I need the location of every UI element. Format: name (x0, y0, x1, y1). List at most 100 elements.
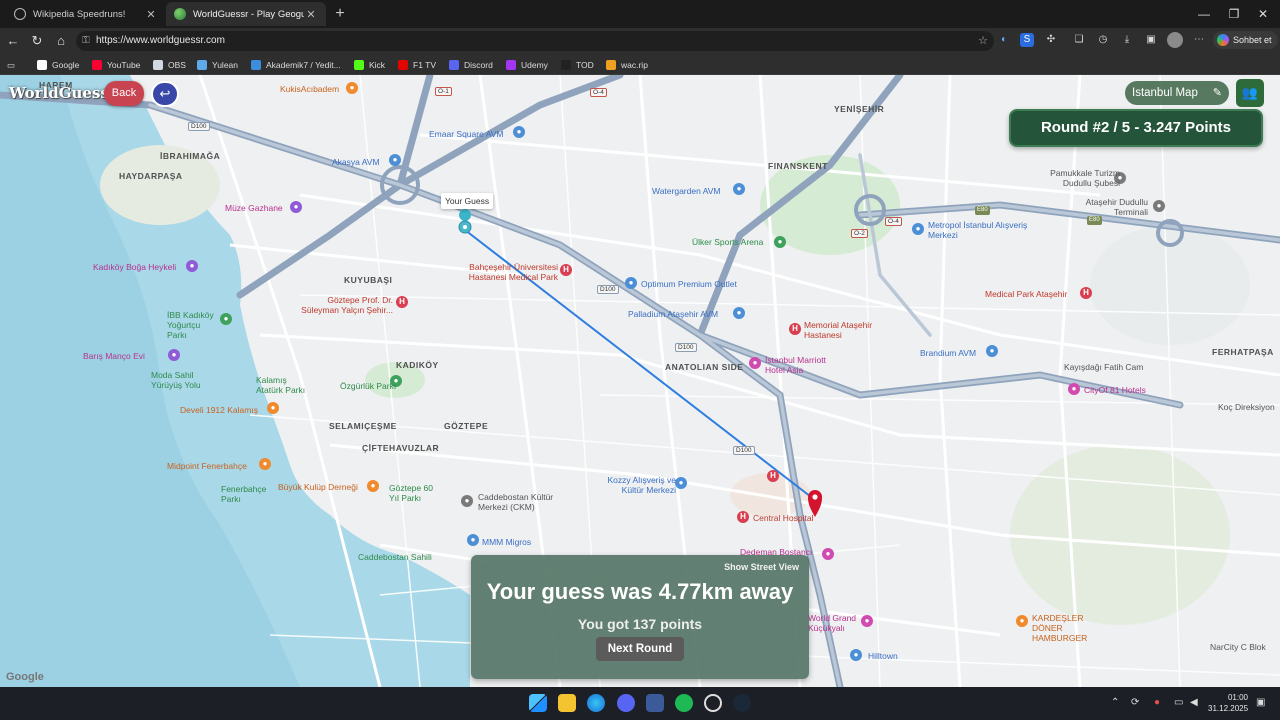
screenshot-icon[interactable]: ▣ (1144, 33, 1158, 47)
sync-icon[interactable]: ⟳ (1131, 697, 1139, 708)
bookmark-item[interactable]: Udemy (506, 58, 548, 72)
poi-pin[interactable]: ● (168, 349, 180, 361)
poi-pin[interactable]: ● (186, 260, 198, 272)
steam-icon[interactable] (733, 694, 751, 712)
microphone-icon[interactable]: ● (1154, 697, 1160, 708)
poi-label: Göztepe Prof. Dr. Süleyman Yalçın Şehir.… (301, 295, 393, 315)
poi-pin[interactable]: ● (749, 357, 761, 369)
poi-pin[interactable]: ● (850, 649, 862, 661)
poi-pin[interactable]: ● (733, 307, 745, 319)
bookmark-item[interactable]: OBS (153, 58, 186, 72)
poi-pin[interactable]: ● (912, 223, 924, 235)
poi-pin[interactable]: ● (513, 126, 525, 138)
bookmark-item[interactable]: F1 TV (398, 58, 436, 72)
close-tab-icon[interactable]: ✕ (144, 8, 158, 21)
extensions-puzzle-icon[interactable]: ✣ (1044, 33, 1058, 47)
next-round-button[interactable]: Next Round (596, 637, 684, 661)
bookmark-item[interactable]: Google (37, 58, 79, 72)
tab-worldguessr[interactable]: WorldGuessr - Play Geoguessr for ✕ (166, 2, 326, 26)
profile-avatar[interactable] (1167, 32, 1183, 48)
poi-pin[interactable]: ● (986, 345, 998, 357)
home-icon[interactable]: ⌂ (53, 33, 69, 49)
poi-pin[interactable]: ● (267, 402, 279, 414)
poi-pin[interactable]: ● (774, 236, 786, 248)
users-icon[interactable]: 👥 (1236, 79, 1264, 107)
collections-icon[interactable]: ❏ (1072, 33, 1086, 47)
spotify-icon[interactable] (675, 694, 693, 712)
close-tab-icon[interactable]: ✕ (304, 8, 318, 21)
poi-pin[interactable]: ● (346, 82, 358, 94)
poi-pin[interactable]: ● (822, 548, 834, 560)
windows-start-icon[interactable] (529, 694, 547, 712)
poi-pin[interactable]: ● (1016, 615, 1028, 627)
address-bar[interactable]: ⚿ https://www.worldguessr.com ☆ (76, 31, 994, 51)
poi-pin[interactable]: H (767, 470, 779, 482)
road-sign: O-2 (851, 229, 868, 238)
maximize-button[interactable]: ❐ (1226, 6, 1242, 22)
tray-overflow-icon[interactable]: ⌃ (1111, 697, 1119, 708)
downloads-icon[interactable]: ⤓ (1120, 33, 1134, 47)
discord-icon[interactable] (617, 694, 635, 712)
back-arrow-icon[interactable]: ← (5, 33, 21, 49)
copilot-button[interactable]: Sohbet et (1213, 31, 1278, 49)
undo-icon[interactable]: ↩ (151, 81, 179, 107)
tab-wikipedia-speedruns[interactable]: Wikipedia Speedruns! ✕ (6, 2, 166, 26)
poi-pin[interactable]: ● (259, 458, 271, 470)
volume-icon[interactable]: ◀ (1190, 697, 1198, 708)
favorite-star-icon[interactable]: ☆ (978, 34, 988, 47)
bookmark-item[interactable]: wac.rip (606, 58, 648, 72)
app-icon[interactable] (646, 694, 664, 712)
poi-label: Palladium Ataşehir AVM (628, 309, 719, 319)
history-icon[interactable]: ◷ (1096, 33, 1110, 47)
map-view[interactable]: HAREM İBRAHIMAĞA HAYDARPAŞA KUYUBAŞI KAD… (0, 75, 1280, 687)
poi-pin[interactable]: ● (675, 477, 687, 489)
poi-pin[interactable]: ● (367, 480, 379, 492)
poi-pin[interactable]: ● (1068, 383, 1080, 395)
url-text: https://www.worldguessr.com (96, 35, 225, 46)
extension-icon[interactable]: S (1020, 33, 1034, 47)
bookmarks-menu-icon[interactable]: ▭ (7, 58, 15, 72)
minimize-button[interactable]: — (1196, 6, 1212, 22)
read-aloud-icon[interactable]: ◖ (996, 33, 1010, 47)
poi-pin[interactable]: H (1080, 287, 1092, 299)
bookmark-item[interactable]: Yulean (197, 58, 238, 72)
file-explorer-icon[interactable] (558, 694, 576, 712)
new-tab-button[interactable]: + (331, 5, 349, 23)
poi-label: Kozzy Alışveriş ve Kültür Merkezi (607, 475, 677, 495)
poi-pin[interactable]: ● (290, 201, 302, 213)
bookmark-item[interactable]: YouTube (92, 58, 140, 72)
poi-pin[interactable]: ● (733, 183, 745, 195)
notifications-icon[interactable]: ▣ (1256, 697, 1265, 708)
bookmark-item[interactable]: Discord (449, 58, 493, 72)
road-sign: O-1 (435, 87, 452, 96)
worldguessr-logo[interactable]: WorldGuessr (9, 84, 117, 102)
poi-pin[interactable]: ● (625, 277, 637, 289)
poi-pin[interactable]: H (737, 511, 749, 523)
poi-pin[interactable]: H (396, 296, 408, 308)
poi-label: Akasya AVM (332, 157, 380, 167)
bookmark-item[interactable]: Kick (354, 58, 385, 72)
pencil-icon[interactable]: ✎ (1213, 81, 1222, 105)
network-icon[interactable]: ▭ (1174, 697, 1183, 708)
poi-pin[interactable]: H (560, 264, 572, 276)
bookmark-item[interactable]: TOD (561, 58, 594, 72)
more-menu-icon[interactable]: ⋯ (1192, 33, 1206, 47)
poi-pin[interactable]: H (789, 323, 801, 335)
close-window-button[interactable]: ✕ (1255, 6, 1271, 22)
poi-pin[interactable]: ● (220, 313, 232, 325)
site-info-icon[interactable]: ⚿ (82, 35, 94, 47)
poi-pin[interactable]: ● (461, 495, 473, 507)
poi-pin[interactable]: ● (1153, 200, 1165, 212)
refresh-icon[interactable]: ↻ (29, 33, 45, 49)
poi-pin[interactable]: ● (467, 534, 479, 546)
poi-pin[interactable]: ● (861, 615, 873, 627)
map-name-button[interactable]: Istanbul Map ✎ (1125, 81, 1229, 105)
obs-icon[interactable] (704, 694, 722, 712)
edge-browser-icon[interactable] (587, 694, 605, 712)
clock[interactable]: 01:00 31.12.2025 (1208, 692, 1248, 714)
back-button[interactable]: Back (104, 81, 144, 106)
bookmark-item[interactable]: Akademik7 / Yedit... (251, 58, 341, 72)
poi-pin[interactable]: ● (389, 154, 401, 166)
poi-label: Göztepe 60 Yıl Parkı (389, 483, 433, 503)
show-street-view-link[interactable]: Show Street View (724, 562, 799, 572)
